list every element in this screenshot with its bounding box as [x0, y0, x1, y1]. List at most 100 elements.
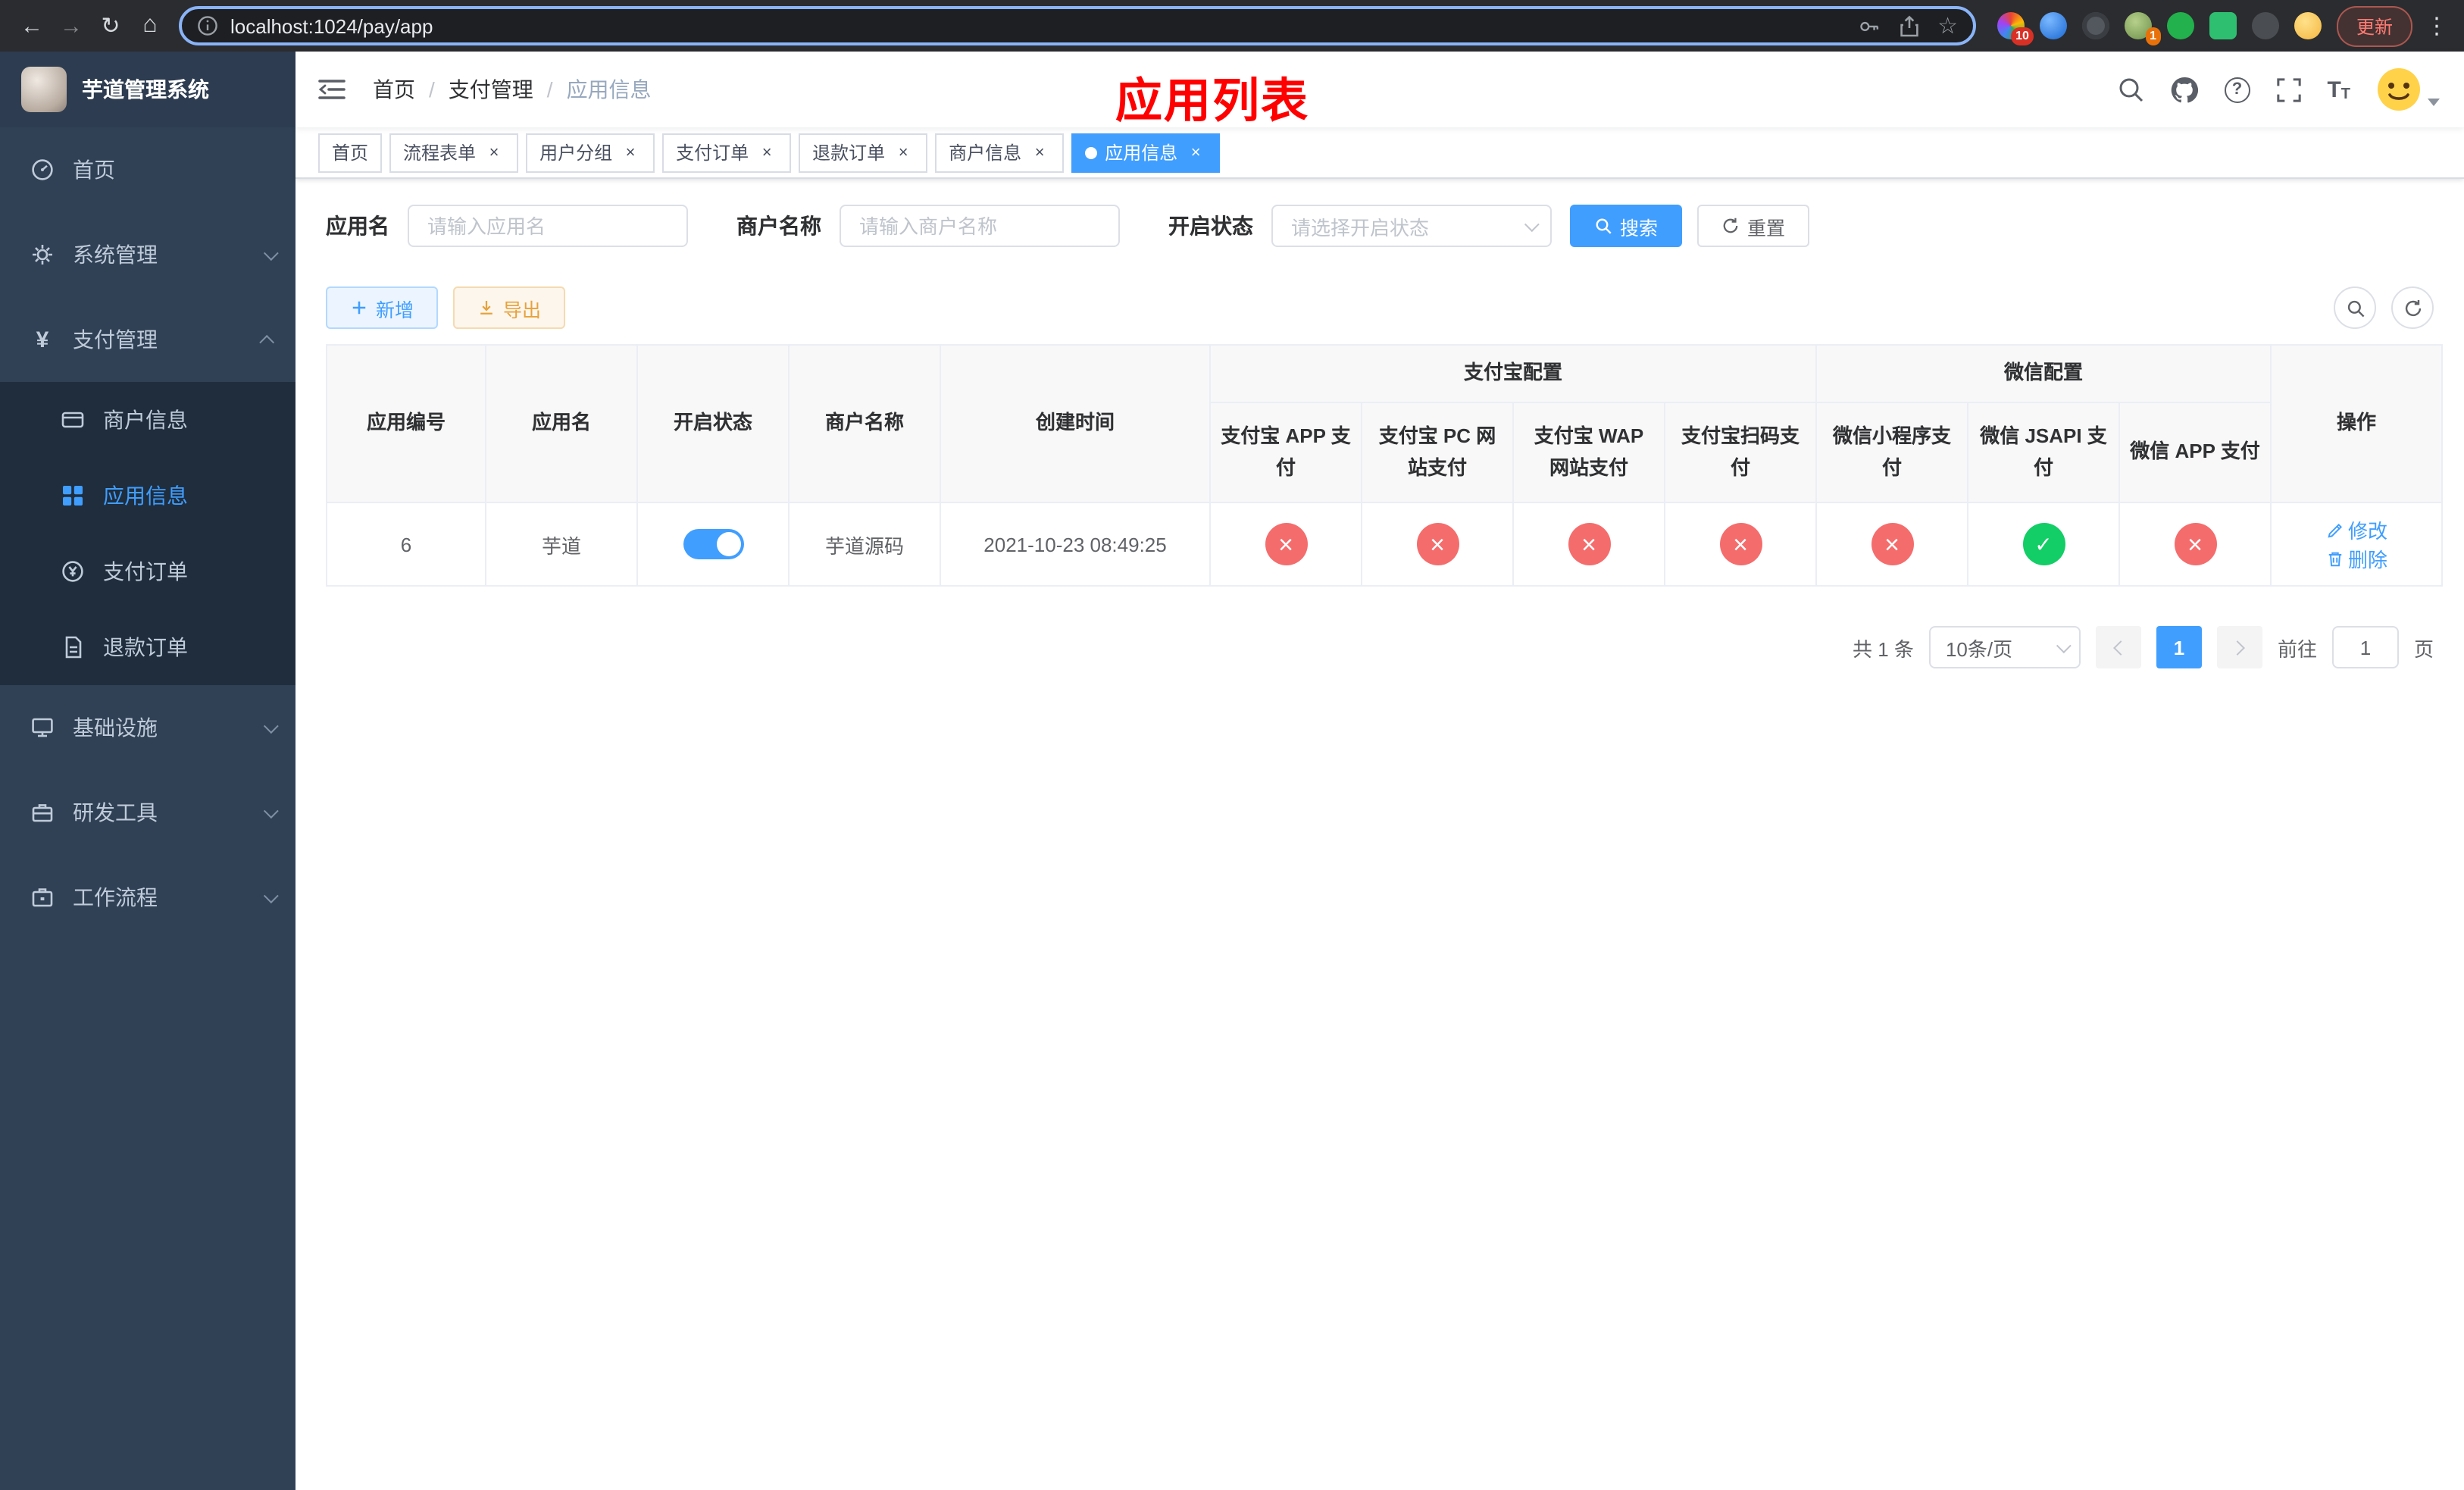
- sidebar-item-payment[interactable]: 支付管理: [0, 297, 295, 382]
- alipay-pc-status-icon: [1416, 523, 1459, 565]
- sidebar-item-system[interactable]: 系统管理: [0, 212, 295, 297]
- search-icon[interactable]: [2116, 76, 2143, 103]
- sidebar-item-infrastructure[interactable]: 基础设施: [0, 685, 295, 770]
- tab-process-form[interactable]: 流程表单: [389, 133, 519, 172]
- sidebar-item-pay-order[interactable]: 支付订单: [0, 534, 295, 609]
- column-header-alipay-wap: 支付宝 WAP 网站支付: [1512, 402, 1665, 503]
- github-icon[interactable]: [2169, 75, 2198, 104]
- sidebar-item-refund-order[interactable]: 退款订单: [0, 609, 295, 685]
- breadcrumb-separator: [547, 77, 553, 102]
- sidebar-item-label: 基础设施: [73, 715, 158, 740]
- extension-icon-avatar[interactable]: 1: [2124, 12, 2161, 45]
- breadcrumb: 首页 支付管理 应用信息: [373, 74, 652, 105]
- url-text[interactable]: localhost:1024/pay/app: [230, 14, 433, 37]
- site-info-icon[interactable]: [197, 15, 218, 36]
- sidebar-item-label: 工作流程: [73, 885, 158, 909]
- browser-update-button[interactable]: 更新: [2336, 5, 2412, 46]
- toolbar-right-actions: [2334, 286, 2434, 329]
- sidebar-item-label: 首页: [73, 158, 115, 182]
- current-page-button[interactable]: 1: [2156, 626, 2202, 668]
- caret-down-icon: [2428, 99, 2440, 106]
- close-icon[interactable]: [483, 142, 505, 163]
- status-select[interactable]: 请选择开启状态: [1271, 205, 1552, 247]
- table-toolbar: 新增 导出: [326, 286, 2434, 329]
- wechat-jsapi-status-icon: [2022, 523, 2065, 565]
- delete-link-label: 删除: [2348, 549, 2388, 571]
- share-icon[interactable]: [1898, 14, 1919, 37]
- close-icon[interactable]: [620, 142, 641, 163]
- breadcrumb-home[interactable]: 首页: [373, 74, 415, 105]
- reset-button[interactable]: 重置: [1697, 205, 1810, 247]
- font-size-icon[interactable]: [2327, 77, 2350, 102]
- breadcrumb-separator: [429, 77, 435, 102]
- breadcrumb-payment[interactable]: 支付管理: [449, 74, 533, 105]
- cell-merchant-name: 芋道源码: [788, 502, 941, 587]
- refresh-table-button[interactable]: [2391, 286, 2434, 329]
- edit-link[interactable]: 修改: [2325, 515, 2387, 544]
- close-icon[interactable]: [756, 142, 777, 163]
- hamburger-icon[interactable]: [318, 74, 349, 105]
- sidebar-item-app-info[interactable]: 应用信息: [0, 458, 295, 534]
- tab-merchant-info[interactable]: 商户信息: [935, 133, 1065, 172]
- next-page-button[interactable]: [2216, 626, 2262, 668]
- app-name-input[interactable]: [408, 205, 688, 247]
- tab-pay-order[interactable]: 支付订单: [662, 133, 792, 172]
- tab-label: 商户信息: [949, 142, 1022, 164]
- close-icon[interactable]: [1185, 142, 1206, 163]
- extension-icon-dark-globe[interactable]: [2081, 12, 2109, 39]
- tab-refund-order[interactable]: 退款订单: [799, 133, 928, 172]
- address-bar[interactable]: localhost:1024/pay/app: [179, 6, 1976, 45]
- add-button[interactable]: 新增: [326, 286, 439, 329]
- reload-button[interactable]: [91, 6, 130, 45]
- forward-button[interactable]: [52, 6, 91, 45]
- browser-menu-icon[interactable]: [2422, 12, 2452, 39]
- sidebar-item-merchant-info[interactable]: 商户信息: [0, 382, 295, 458]
- toggle-search-button[interactable]: [2334, 286, 2376, 329]
- password-key-icon[interactable]: [1857, 14, 1880, 37]
- app-name-label: 应用名: [326, 214, 389, 238]
- goto-page-input[interactable]: [2331, 626, 2399, 668]
- back-button[interactable]: [12, 6, 52, 45]
- column-header-alipay-pc: 支付宝 PC 网站支付: [1361, 402, 1514, 503]
- chevron-down-icon: [263, 803, 279, 819]
- home-button[interactable]: [130, 6, 170, 45]
- gear-icon: [30, 243, 55, 267]
- close-icon[interactable]: [1029, 142, 1050, 163]
- sidebar-item-label: 退款订单: [103, 635, 188, 659]
- tab-app-info-active[interactable]: 应用信息: [1071, 133, 1221, 172]
- pagination: 共 1 条 10条/页 1 前往 页: [326, 626, 2434, 668]
- extension-icon-emoji[interactable]: [2294, 12, 2322, 39]
- bookmark-star-icon[interactable]: [1937, 12, 1958, 39]
- extension-icon-blue-gem[interactable]: [2039, 12, 2067, 39]
- column-group-wechat: 微信配置: [1815, 344, 2272, 403]
- delete-link[interactable]: 删除: [2325, 544, 2387, 573]
- column-group-alipay: 支付宝配置: [1209, 344, 1818, 403]
- close-icon[interactable]: [893, 142, 914, 163]
- export-button[interactable]: 导出: [453, 286, 566, 329]
- page-content: 应用名 商户名称 开启状态 请选择开启状态 搜索 重置: [295, 179, 2464, 1490]
- extension-icon-green-note[interactable]: [2209, 12, 2237, 39]
- merchant-name-input[interactable]: [840, 205, 1120, 247]
- search-icon: [2347, 299, 2364, 317]
- sidebar-item-workflow[interactable]: 工作流程: [0, 855, 295, 940]
- tab-home[interactable]: 首页: [318, 133, 383, 172]
- fullscreen-icon[interactable]: [2275, 77, 2301, 102]
- extension-icon-colorful[interactable]: 10: [1997, 12, 2034, 45]
- prev-page-button[interactable]: [2095, 626, 2141, 668]
- page-size-select[interactable]: 10条/页: [1928, 626, 2081, 668]
- briefcase-icon: [30, 885, 55, 909]
- sidebar-item-home[interactable]: 首页: [0, 127, 295, 212]
- user-avatar[interactable]: [2376, 67, 2440, 112]
- main-area: 首页 支付管理 应用信息: [295, 52, 2464, 1490]
- app-logo[interactable]: 芋道管理系统: [0, 52, 295, 127]
- search-icon: [1596, 218, 1612, 234]
- enabled-toggle[interactable]: [683, 529, 743, 559]
- extension-icon-green-circle[interactable]: [2166, 12, 2194, 39]
- monitor-icon: [30, 715, 55, 740]
- search-button[interactable]: 搜索: [1570, 205, 1683, 247]
- tab-user-group[interactable]: 用户分组: [526, 133, 655, 172]
- sidebar-item-dev-tools[interactable]: 研发工具: [0, 770, 295, 855]
- extension-icon-pin[interactable]: [2251, 12, 2279, 39]
- sidebar: 芋道管理系统 首页 系统管理 ¥ 支付管理 商户信息 应用信息 支付订单 退款订…: [0, 52, 295, 1490]
- help-icon[interactable]: [2224, 77, 2250, 102]
